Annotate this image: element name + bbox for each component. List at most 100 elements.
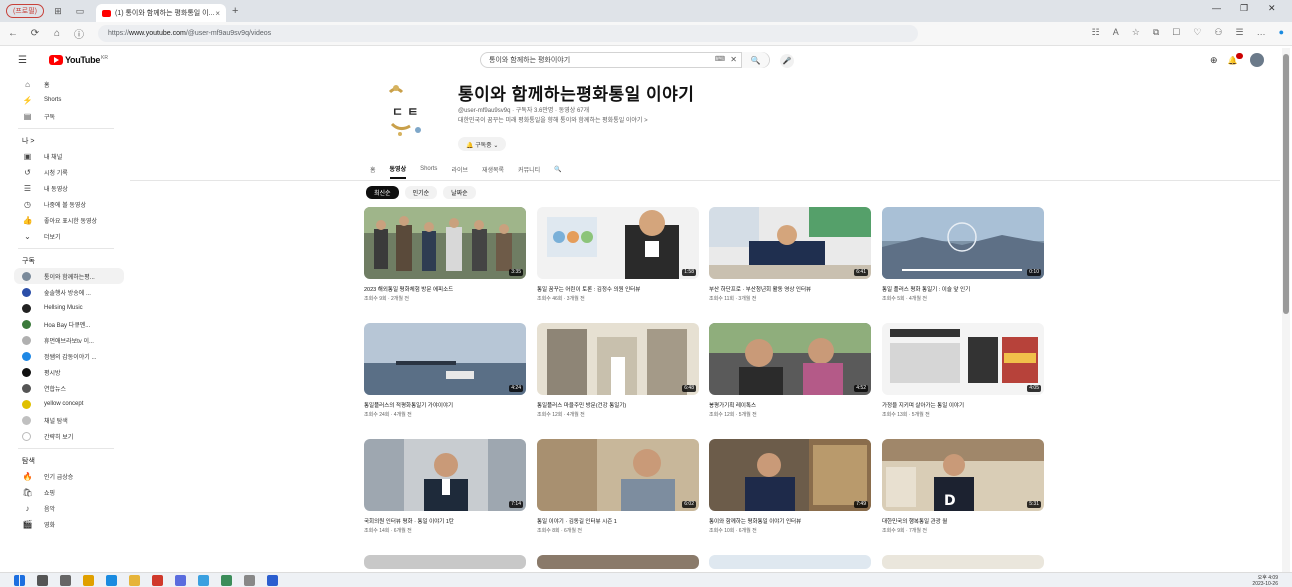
translate-icon[interactable]: A: [1113, 27, 1119, 38]
channel-tab[interactable]: 🔍: [554, 166, 561, 177]
scrollbar-thumb[interactable]: [1283, 54, 1289, 314]
sidebar-explore-item-3[interactable]: 🎬 영화: [0, 516, 132, 532]
video-thumbnail[interactable]: D 5:31: [882, 439, 1044, 511]
sidebar-item-1[interactable]: ⚡ Shorts: [0, 92, 132, 108]
channel-tab[interactable]: 동영상: [389, 164, 407, 179]
reader-icon[interactable]: ☷: [1092, 27, 1100, 38]
video-thumbnail[interactable]: 0:10: [882, 207, 1044, 279]
new-tab-button[interactable]: +: [232, 5, 238, 17]
search-input[interactable]: 통이와 함께하는 평화이야기 ⌨ ✕ 🔍: [480, 52, 770, 68]
refresh-icon[interactable]: ⟳: [26, 28, 44, 39]
subscription-item[interactable]: yellow concept: [0, 396, 132, 412]
subscription-item[interactable]: 휴먼애브라보tv 이...: [0, 332, 132, 348]
profile-button[interactable]: (프로필): [6, 4, 44, 18]
sidebar-you-item-4[interactable]: 👍 좋아요 표시한 동영상: [0, 212, 132, 228]
subscription-item[interactable]: Hoa Bay 다큐멘...: [0, 316, 132, 332]
video-title[interactable]: 국회의원 인터뷰 평화 · 통일 이야기 1탄: [364, 517, 526, 525]
video-title[interactable]: 통일플러스 마을주민 방문(건강 통일기): [537, 401, 699, 409]
keyboard-icon[interactable]: ⌨: [715, 55, 725, 63]
sidebar-item-0[interactable]: ⌂ 홈: [0, 76, 132, 92]
video-thumbnail[interactable]: [709, 555, 871, 569]
channel-tab[interactable]: 라이브: [451, 165, 468, 178]
video-card[interactable]: 6:02 통일 이야기 · 김동길 인터뷰 시즌 1 조회수 8회 · 6개월 전: [537, 439, 699, 534]
copilot-icon[interactable]: ●: [1279, 27, 1284, 38]
store-icon[interactable]: [175, 574, 186, 586]
video-title[interactable]: 통일 플러스 평화 통일기 : 이슬 앞 인기: [882, 285, 1044, 293]
sort-chip[interactable]: 최신순: [366, 186, 399, 199]
channel-tab[interactable]: 재생목록: [482, 165, 504, 178]
video-title[interactable]: 부산 하단프로 · 부산청년회 활동 영상 인터뷰: [709, 285, 871, 293]
more-icon[interactable]: …: [1257, 27, 1266, 38]
home-icon[interactable]: ⌂: [48, 28, 66, 39]
video-thumbnail[interactable]: [537, 555, 699, 569]
sidebar-you-item-0[interactable]: ▣ 내 채널: [0, 148, 132, 164]
sidebar-item-2[interactable]: ▤ 구독: [0, 108, 132, 124]
video-card[interactable]: 7:14 국회의원 인터뷰 평화 · 통일 이야기 1탄 조회수 14회 · 6개월…: [364, 439, 526, 534]
video-card[interactable]: D 5:31 대한민국의 행복통일 관광 월 조회수 9회 · 7개월 전: [882, 439, 1044, 534]
sidebar-you-item-1[interactable]: ↺ 시청 기록: [0, 164, 132, 180]
extensions-icon[interactable]: ⚇: [1214, 27, 1222, 38]
subscription-item[interactable]: 통이와 함께하는평...: [14, 268, 124, 284]
sidebar-explore-item-0[interactable]: 🔥 인기 급상승: [0, 468, 132, 484]
favorites-bar-icon[interactable]: ♡: [1193, 27, 1201, 38]
edge-icon[interactable]: [106, 574, 117, 586]
sidebar-you-item-3[interactable]: ◷ 나중에 볼 동영상: [0, 196, 132, 212]
sidebar-you-item-2[interactable]: ☰ 내 동영상: [0, 180, 132, 196]
sidebar-explore-item-1[interactable]: 🛍 쇼핑: [0, 484, 132, 500]
video-thumbnail[interactable]: 6:48: [537, 323, 699, 395]
browser-tab-youtube[interactable]: (1) 통이와 함께하는 평화통일 이... ×: [95, 4, 226, 22]
video-thumbnail[interactable]: 7:14: [364, 439, 526, 511]
video-card[interactable]: 3:35 2023 해외통일 평화체험 방문 에피소드 조회수 9회 · 2개월 전: [364, 207, 526, 302]
hamburger-menu-icon[interactable]: ☰: [18, 55, 27, 66]
subscription-item[interactable]: 연합뉴스: [0, 380, 132, 396]
channel-tab[interactable]: 커뮤니티: [518, 165, 540, 178]
video-card[interactable]: 7:49 통이와 함께하는 평화통일 이야기 인터뷰 조회수 10회 · 6개월 전: [709, 439, 871, 534]
subscription-item[interactable]: 정쌤의 감동이야기 ...: [0, 348, 132, 364]
subscribed-button[interactable]: 🔔 구독중 ⌄: [458, 137, 507, 151]
video-card[interactable]: 6:41 부산 하단프로 · 부산청년회 활동 영상 인터뷰 조회수 11회 · 3…: [709, 207, 871, 302]
menu-icon[interactable]: ☰: [1235, 27, 1243, 38]
workspaces-icon[interactable]: ⊞: [50, 4, 66, 18]
video-thumbnail[interactable]: 4:05: [882, 323, 1044, 395]
notifications-icon[interactable]: [1228, 53, 1243, 65]
photos-icon[interactable]: [221, 574, 232, 586]
video-card[interactable]: 0:10 통일 플러스 평화 통일기 : 이슬 앞 인기 조회수 5회 · 4개월 …: [882, 207, 1044, 302]
video-title[interactable]: 2023 해외통일 평화체험 방문 에피소드: [364, 285, 526, 293]
video-card[interactable]: 4:24 통일플러스의 적평화통일기 가야이야기 조회수 24회 · 4개월 전: [364, 323, 526, 418]
url-field[interactable]: https://www.youtube.com/@user-mf9au9sv9q…: [98, 25, 918, 42]
video-card[interactable]: 1:58 통일 꿈꾸는 어린이 토론 : 김정수 의원 인터뷰 조회수 46회 · …: [537, 207, 699, 302]
youtube-logo[interactable]: YouTube KR: [48, 55, 108, 65]
page-scrollbar[interactable]: [1282, 48, 1290, 572]
video-card[interactable]: 4:05 가정을 지키며 살아가는 통일 이야기 조회수 13회 · 5개월 전: [882, 323, 1044, 418]
video-card[interactable]: 4:52 봉평가기획 레이톡스 조회수 12회 · 5개월 전: [709, 323, 871, 418]
video-title[interactable]: 가정을 지키며 살아가는 통일 이야기: [882, 401, 1044, 409]
chat-icon[interactable]: [83, 574, 94, 586]
search-icon[interactable]: [37, 574, 48, 586]
video-title[interactable]: 통일플러스의 적평화통일기 가야이야기: [364, 401, 526, 409]
subscription-item[interactable]: 숲솔행사 방송에 ...: [0, 284, 132, 300]
back-icon[interactable]: ←: [4, 28, 22, 39]
system-tray-clock[interactable]: 오후 4:09 2023-10-26: [1252, 575, 1278, 587]
task-view-icon[interactable]: [60, 574, 71, 586]
video-thumbnail[interactable]: 4:24: [364, 323, 526, 395]
minimize-button[interactable]: —: [1212, 3, 1221, 13]
favorite-icon[interactable]: ☆: [1132, 27, 1140, 38]
sort-chip[interactable]: 날짜순: [443, 186, 476, 199]
video-card-partial[interactable]: [537, 555, 699, 569]
video-title[interactable]: 통일 꿈꾸는 어린이 토론 : 김정수 의원 인터뷰: [537, 285, 699, 293]
video-thumbnail[interactable]: 3:35: [364, 207, 526, 279]
file-explorer-icon[interactable]: [129, 574, 140, 586]
video-thumbnail[interactable]: 7:49: [709, 439, 871, 511]
video-title[interactable]: 대한민국의 행복통일 관광 월: [882, 517, 1044, 525]
video-card[interactable]: 6:48 통일플러스 마을주민 방문(건강 통일기) 조회수 12회 · 4개월 전: [537, 323, 699, 418]
site-info-icon[interactable]: ⓘ: [70, 26, 88, 41]
split-screen-icon[interactable]: ⧉: [1153, 27, 1159, 38]
video-thumbnail[interactable]: 6:41: [709, 207, 871, 279]
video-thumbnail[interactable]: [364, 555, 526, 569]
search-button[interactable]: 🔍: [741, 52, 769, 68]
channel-tab[interactable]: Shorts: [420, 166, 437, 176]
subscription-item[interactable]: 간략히 보기: [0, 428, 132, 444]
video-title[interactable]: 통이와 함께하는 평화통일 이야기 인터뷰: [709, 517, 871, 525]
video-title[interactable]: 통일 이야기 · 김동길 인터뷰 시즌 1: [537, 517, 699, 525]
collections-icon[interactable]: ☐: [1172, 27, 1180, 38]
